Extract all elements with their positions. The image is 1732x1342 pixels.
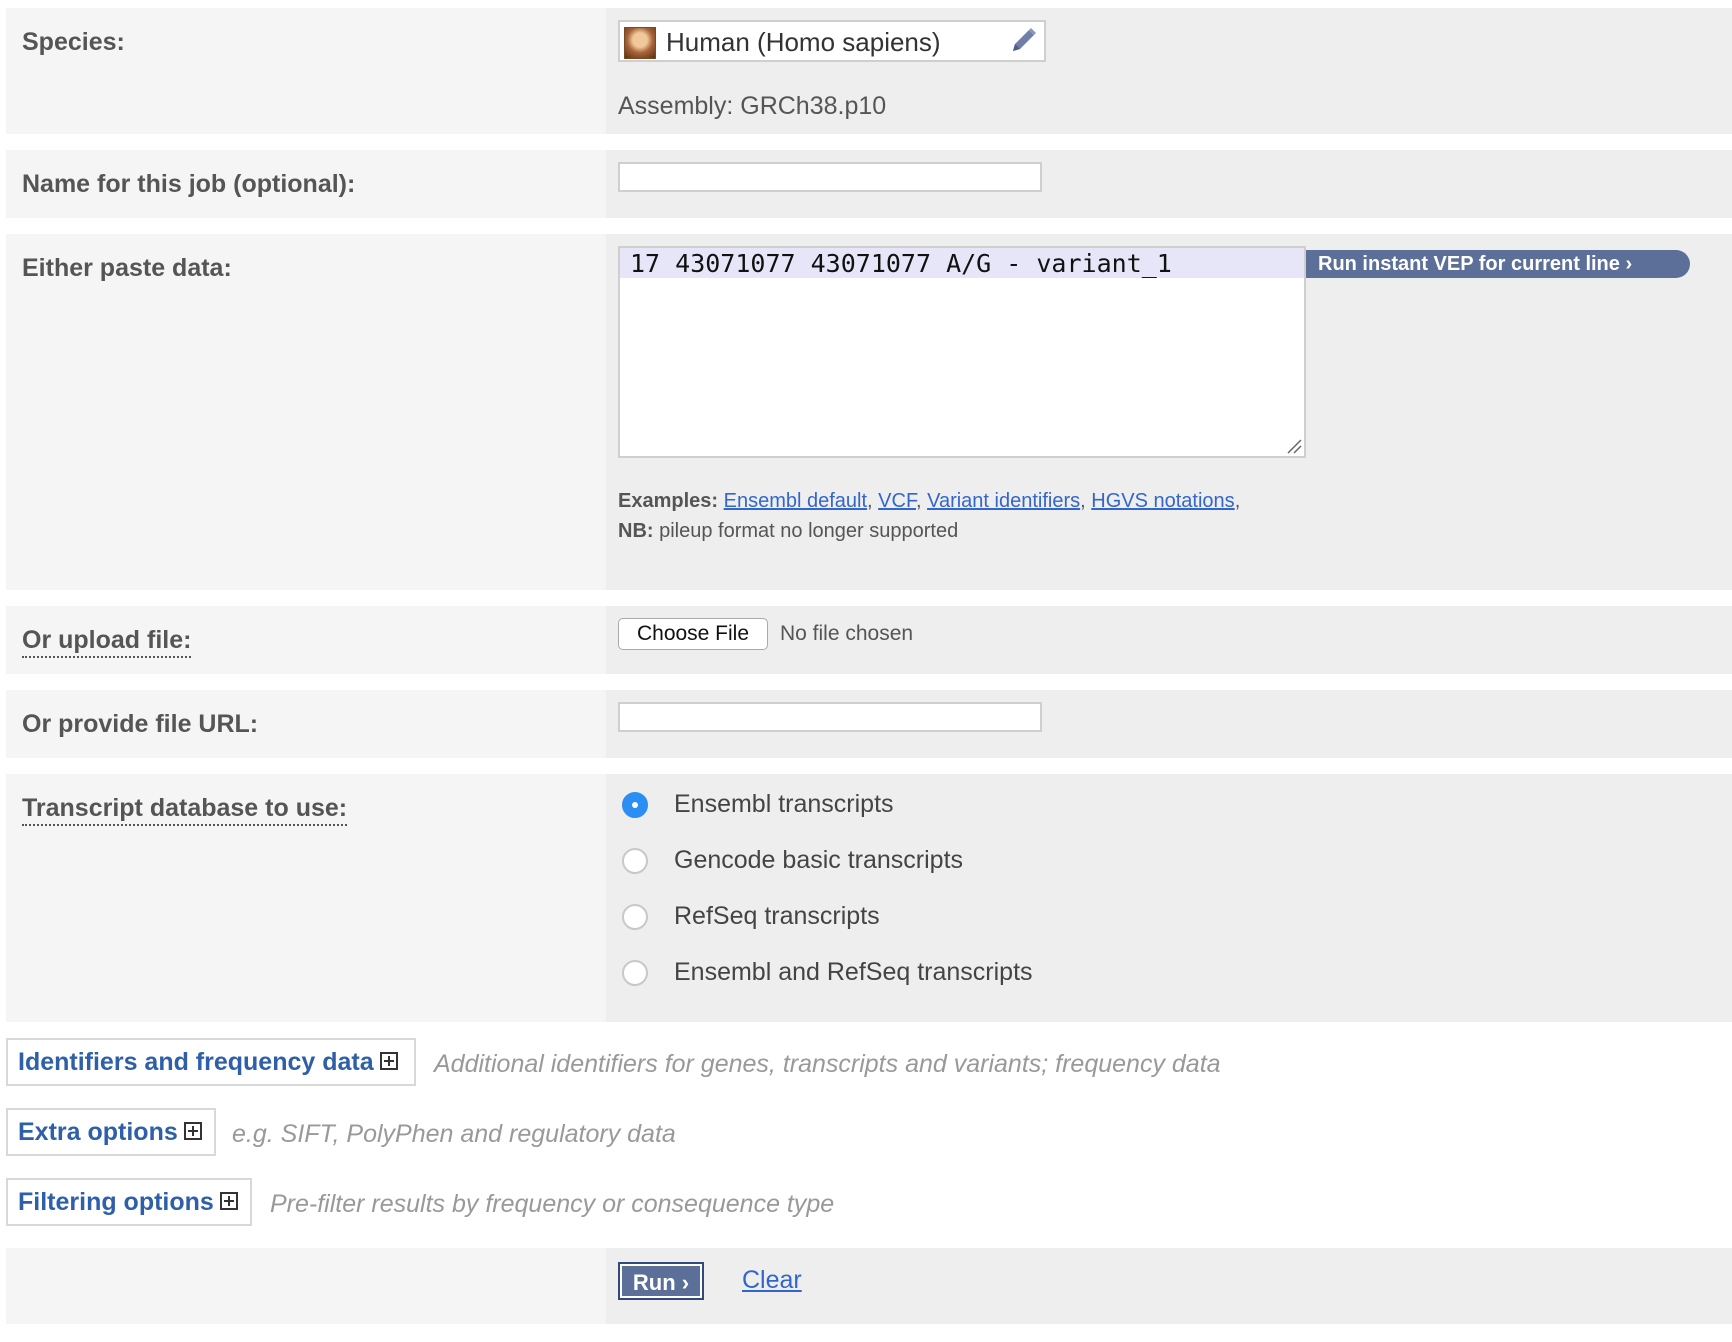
- actions-row: Run › Clear: [6, 1248, 1732, 1324]
- examples-block: Examples: Ensembl default, VCF, Variant …: [618, 490, 1241, 542]
- file-url-label: Or provide file URL:: [22, 710, 259, 738]
- upload-file-label: Or upload file:: [22, 626, 192, 658]
- expand-plus-icon[interactable]: [183, 1122, 202, 1141]
- radio-label: RefSeq transcripts: [674, 902, 880, 930]
- choose-file-button[interactable]: Choose File: [618, 618, 768, 650]
- file-status-text: No file chosen: [780, 622, 914, 645]
- radio-button[interactable]: [622, 904, 648, 930]
- radio-label: Ensembl transcripts: [674, 790, 894, 818]
- url-field-cell: [606, 690, 1732, 758]
- species-name: Human (Homo sapiens): [666, 27, 941, 57]
- radio-button-selected[interactable]: [622, 792, 648, 818]
- examples-label: Examples:: [618, 490, 719, 512]
- filtering-options-toggle[interactable]: Filtering options: [6, 1178, 252, 1226]
- species-field-cell: Human (Homo sapiens) Assembly: GRCh38.p1…: [606, 8, 1732, 134]
- expand-plus-icon[interactable]: [219, 1192, 238, 1211]
- example-link-variant-identifiers[interactable]: Variant identifiers: [927, 490, 1080, 512]
- species-image: [624, 27, 656, 59]
- transcript-db-label: Transcript database to use:: [22, 794, 348, 826]
- radio-button[interactable]: [622, 960, 648, 986]
- upload-label-cell: Or upload file:: [6, 606, 606, 674]
- resize-handle-icon[interactable]: [1286, 438, 1302, 454]
- section-description: e.g. SIFT, PolyPhen and regulatory data: [232, 1120, 676, 1148]
- run-button[interactable]: Run ›: [618, 1262, 704, 1300]
- expand-plus-icon[interactable]: [379, 1052, 398, 1071]
- job-name-label: Name for this job (optional):: [22, 170, 356, 198]
- species-row: Species: Human (Homo sapiens) Assembly: …: [6, 8, 1732, 134]
- url-label-cell: Or provide file URL:: [6, 690, 606, 758]
- job-name-label-cell: Name for this job (optional):: [6, 150, 606, 218]
- paste-current-line: 17 43071077 43071077 A/G - variant_1: [620, 248, 1304, 278]
- file-url-input[interactable]: [618, 702, 1042, 732]
- radio-label: Gencode basic transcripts: [674, 846, 964, 874]
- paste-data-textarea[interactable]: 17 43071077 43071077 A/G - variant_1: [618, 246, 1306, 458]
- actions-field-cell: Run › Clear: [606, 1248, 1732, 1324]
- section-title: Extra options: [18, 1118, 178, 1146]
- transcript-db-row: Transcript database to use: Ensembl tran…: [6, 774, 1732, 1022]
- species-selector[interactable]: Human (Homo sapiens): [618, 20, 1046, 62]
- assembly-text: Assembly: GRCh38.p10: [618, 92, 887, 120]
- nb-label: NB:: [618, 520, 654, 542]
- nb-text: pileup format no longer supported: [659, 520, 959, 542]
- radio-button[interactable]: [622, 848, 648, 874]
- identifiers-frequency-toggle[interactable]: Identifiers and frequency data: [6, 1038, 416, 1086]
- species-label-cell: Species:: [6, 8, 606, 134]
- section-description: Additional identifiers for genes, transc…: [434, 1050, 1221, 1078]
- section-title: Filtering options: [18, 1188, 214, 1216]
- actions-label-cell: [6, 1248, 606, 1324]
- radio-label: Ensembl and RefSeq transcripts: [674, 958, 1033, 986]
- example-link-vcf[interactable]: VCF: [878, 490, 916, 512]
- section-description: Pre-filter results by frequency or conse…: [270, 1190, 835, 1218]
- paste-field-cell: 17 43071077 43071077 A/G - variant_1 Run…: [606, 234, 1732, 590]
- paste-data-row: Either paste data: 17 43071077 43071077 …: [6, 234, 1732, 590]
- clear-link[interactable]: Clear: [742, 1266, 802, 1295]
- job-name-field-cell: [606, 150, 1732, 218]
- upload-field-cell: Choose File No file chosen: [606, 606, 1732, 674]
- job-name-input[interactable]: [618, 162, 1042, 192]
- run-instant-vep-button[interactable]: Run instant VEP for current line ›: [1306, 250, 1690, 278]
- transcript-field-cell: Ensembl transcripts Gencode basic transc…: [606, 774, 1732, 1022]
- transcript-label-cell: Transcript database to use:: [6, 774, 606, 1022]
- file-url-row: Or provide file URL:: [6, 690, 1732, 758]
- example-link-ensembl-default[interactable]: Ensembl default: [724, 490, 867, 512]
- example-link-hgvs-notations[interactable]: HGVS notations: [1091, 490, 1234, 512]
- extra-options-toggle[interactable]: Extra options: [6, 1108, 216, 1156]
- species-label: Species:: [22, 28, 125, 56]
- section-title: Identifiers and frequency data: [18, 1048, 374, 1076]
- upload-file-row: Or upload file: Choose File No file chos…: [6, 606, 1732, 674]
- paste-label-cell: Either paste data:: [6, 234, 606, 590]
- job-name-row: Name for this job (optional):: [6, 150, 1732, 218]
- paste-data-label: Either paste data:: [22, 254, 232, 282]
- pencil-icon[interactable]: [1008, 26, 1038, 56]
